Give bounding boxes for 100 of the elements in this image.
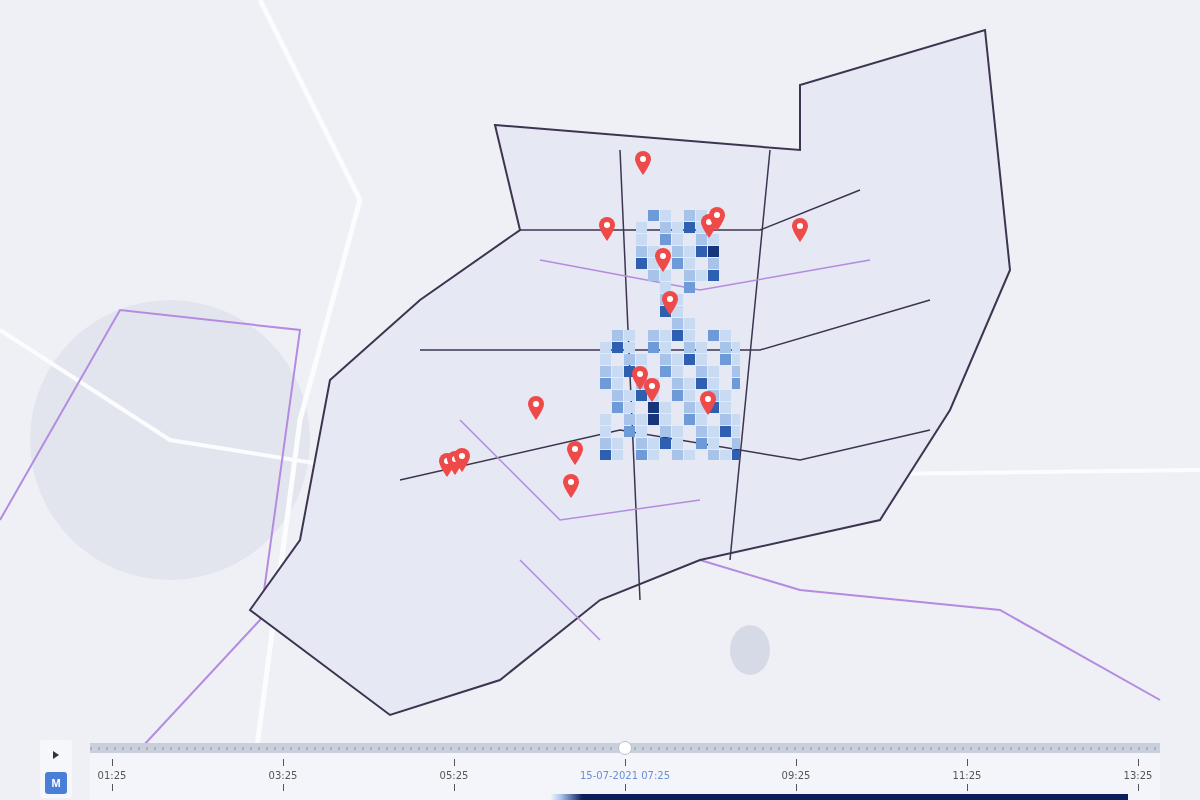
map-pin-icon[interactable] <box>708 206 726 232</box>
heat-cell <box>684 330 695 341</box>
heat-cell <box>648 414 659 425</box>
map-pin-icon[interactable] <box>631 365 649 391</box>
heat-cell <box>660 282 671 293</box>
heat-cell <box>612 342 623 353</box>
heat-cell <box>648 450 659 460</box>
heat-cell <box>684 246 695 257</box>
heat-cell <box>612 330 623 341</box>
heat-cell <box>708 270 719 281</box>
heat-cell <box>600 414 611 425</box>
heat-cell <box>612 366 623 377</box>
heat-cell <box>672 450 683 460</box>
heat-cell <box>624 354 635 365</box>
heat-cell <box>672 258 683 269</box>
timeline-handle[interactable] <box>618 741 632 755</box>
map-pin-icon[interactable] <box>699 390 717 416</box>
heat-cell <box>708 234 719 245</box>
heat-cell <box>708 258 719 269</box>
heat-cell <box>612 450 623 460</box>
heat-cell <box>660 354 671 365</box>
heat-cell <box>636 450 647 460</box>
heat-cell <box>720 426 731 437</box>
heat-cell <box>696 234 707 245</box>
map-pin-icon[interactable] <box>661 290 679 316</box>
map-pin-icon[interactable] <box>643 377 661 403</box>
heat-cell <box>696 342 707 353</box>
heat-cell <box>672 234 683 245</box>
heat-cell <box>672 318 683 329</box>
heat-cell <box>672 330 683 341</box>
heat-cell <box>684 282 695 293</box>
heat-cell <box>660 234 671 245</box>
heat-cell <box>600 378 611 389</box>
heat-cell <box>708 246 719 257</box>
heat-cell <box>648 270 659 281</box>
heat-cell <box>696 438 707 449</box>
heat-cell <box>660 270 671 281</box>
heat-cell <box>600 450 611 460</box>
heat-cell <box>708 426 719 437</box>
map-pin-icon[interactable] <box>598 216 616 242</box>
heat-cell <box>672 390 683 401</box>
heat-cell <box>624 426 635 437</box>
heat-cell <box>684 390 695 401</box>
heat-cell <box>708 438 719 449</box>
heat-cell <box>648 330 659 341</box>
time-label: 03:25 <box>268 770 298 781</box>
heat-cell <box>636 438 647 449</box>
heat-cell <box>660 222 671 233</box>
heat-cell <box>660 342 671 353</box>
heat-cell <box>624 342 635 353</box>
heat-cell <box>684 450 695 460</box>
heat-cell <box>672 366 683 377</box>
heat-cell <box>636 390 647 401</box>
heat-cell <box>708 366 719 377</box>
heat-cell <box>600 354 611 365</box>
heat-cell <box>648 438 659 449</box>
heat-cell <box>636 426 647 437</box>
heat-cell <box>660 438 671 449</box>
heat-cell <box>636 222 647 233</box>
heat-cell <box>684 414 695 425</box>
heat-cell <box>600 426 611 437</box>
mode-button[interactable]: M <box>45 772 67 794</box>
heat-cell <box>612 378 623 389</box>
heat-cell <box>720 414 731 425</box>
heat-cell <box>660 330 671 341</box>
heat-cell <box>696 414 707 425</box>
time-label: 01:25 <box>97 770 127 781</box>
heat-cell <box>684 222 695 233</box>
time-label: 15-07-2021 07:25 <box>579 770 671 781</box>
heat-cell <box>624 330 635 341</box>
heat-cell <box>708 450 719 460</box>
heat-cell <box>660 366 671 377</box>
heat-cell <box>660 414 671 425</box>
heat-cell <box>720 390 731 401</box>
heat-cell <box>672 354 683 365</box>
heat-cell <box>648 210 659 221</box>
play-icon <box>52 750 60 760</box>
heat-cell <box>672 378 683 389</box>
heat-cell <box>684 354 695 365</box>
heat-cell <box>684 210 695 221</box>
heat-cell <box>636 258 647 269</box>
heat-cell <box>684 342 695 353</box>
heat-cell <box>720 330 731 341</box>
heat-cell <box>636 234 647 245</box>
heat-cell <box>636 246 647 257</box>
heat-cell <box>600 438 611 449</box>
heat-cell <box>696 270 707 281</box>
heat-cell <box>696 378 707 389</box>
map-pin-icon[interactable] <box>566 440 584 466</box>
heat-cell <box>660 210 671 221</box>
heat-cell <box>720 342 731 353</box>
heat-cell <box>600 366 611 377</box>
heat-cell <box>624 390 635 401</box>
heat-cell <box>648 342 659 353</box>
heat-cell <box>720 354 731 365</box>
heat-cell <box>660 402 671 413</box>
heat-cell <box>684 258 695 269</box>
heat-cell <box>672 438 683 449</box>
time-label: 11:25 <box>952 770 982 781</box>
heat-cell <box>720 450 731 460</box>
